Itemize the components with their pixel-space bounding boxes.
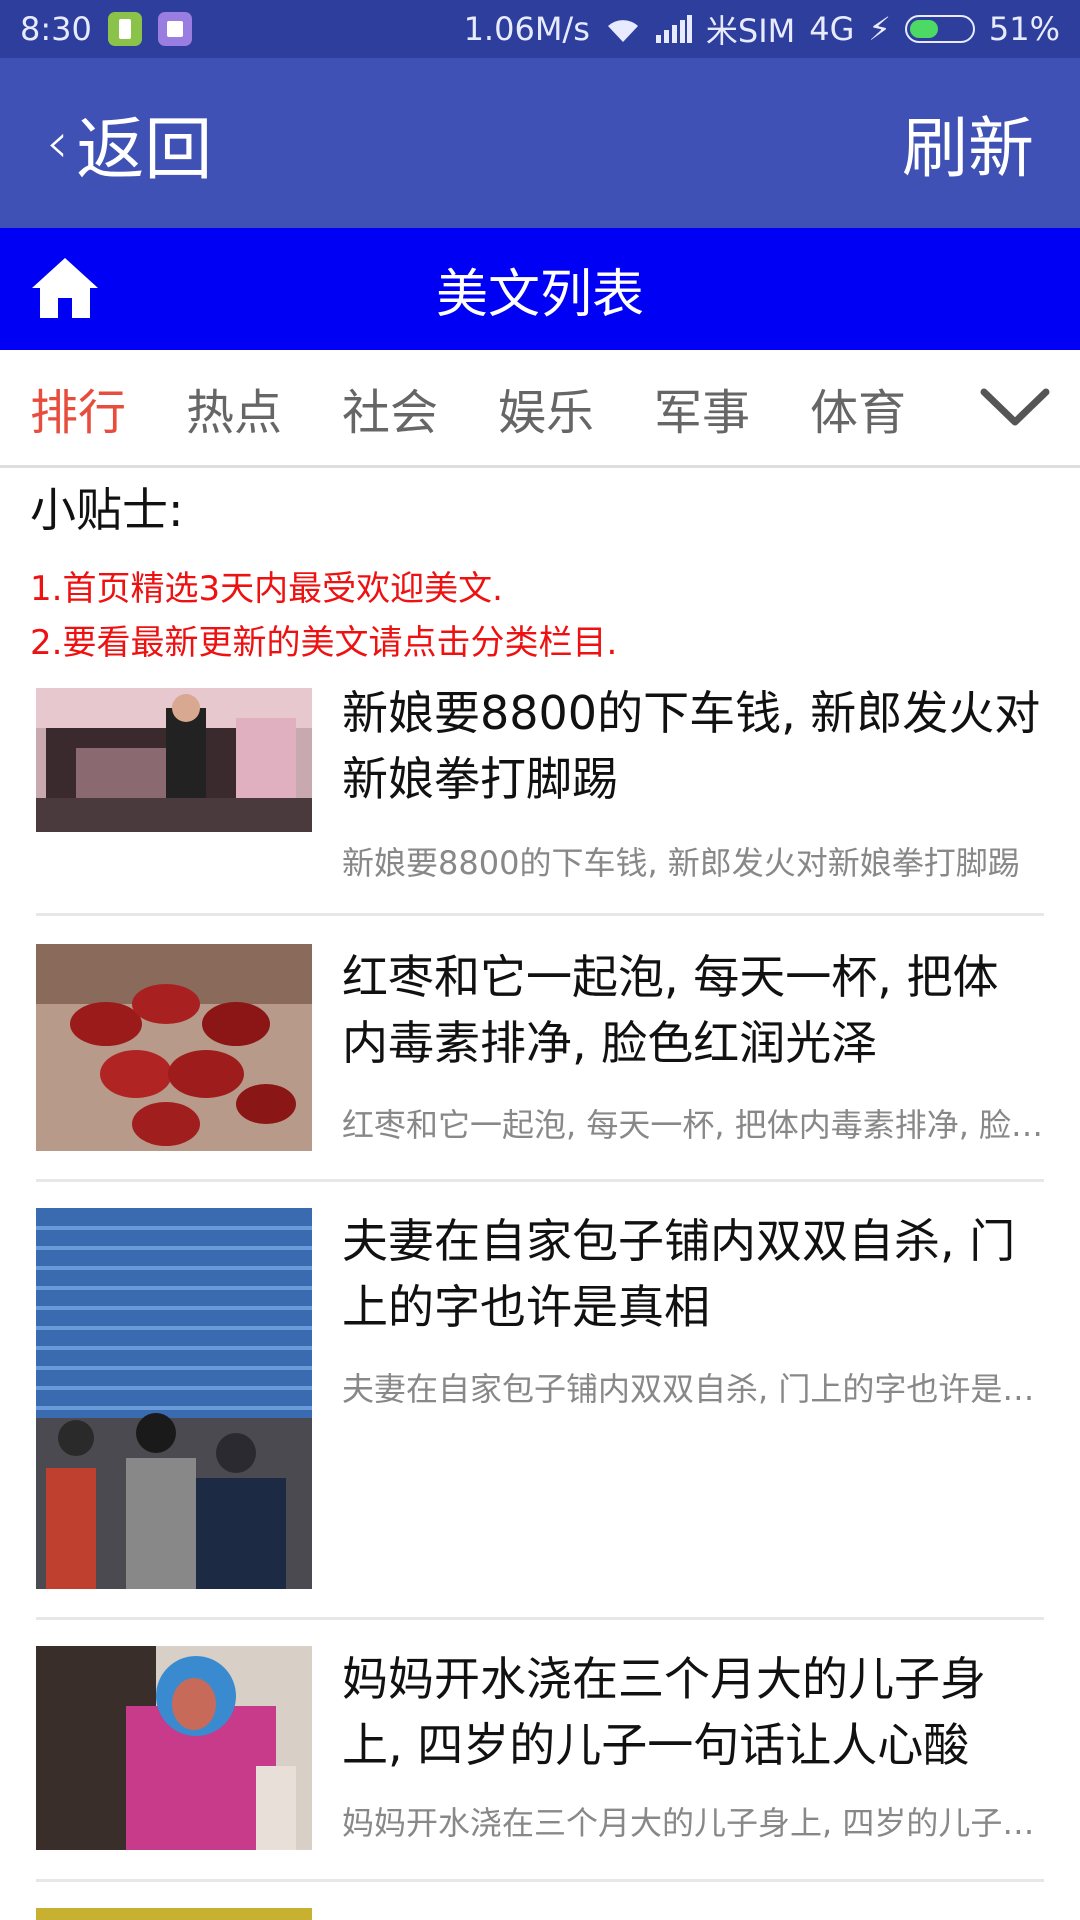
mother-baby-photo xyxy=(36,1646,312,1850)
article-thumbnail xyxy=(36,944,312,1151)
network-speed: 1.06M/s xyxy=(463,10,590,48)
article-thumbnail xyxy=(36,1908,312,1920)
status-left: 8:30 xyxy=(20,10,192,48)
article-title: 妈妈开水浇在三个月大的儿子身上, 四岁的儿子一句话让人心酸 xyxy=(342,1652,986,1772)
tab-hot[interactable]: 热点 xyxy=(186,373,342,443)
tab-military[interactable]: 军事 xyxy=(654,373,810,443)
battery-saver-icon xyxy=(107,12,142,46)
chevron-left-icon: ‹ xyxy=(46,110,69,176)
article-photo xyxy=(36,1908,312,1920)
refresh-button[interactable]: 刷新 xyxy=(902,95,1034,191)
article-item[interactable]: 妈妈开水浇在三个月大的儿子身上, 四岁的儿子一句话让人心酸 妈妈开水浇在三个月大… xyxy=(36,1646,1044,1882)
title-bar: 美文列表 xyxy=(0,228,1080,350)
article-item[interactable]: 夫妻在自家包子铺内双双自杀, 门上的字也许是真相 夫妻在自家包子铺内双双自杀, … xyxy=(36,1208,1044,1620)
red-dates-photo xyxy=(36,944,312,1151)
status-bar: 8:30 1.06M/s 米SIM 4G ⚡ 51% xyxy=(0,0,1080,58)
tips-line-1: 1.首页精选3天内最受欢迎美文. xyxy=(30,569,503,609)
battery-icon xyxy=(904,15,975,43)
home-icon[interactable] xyxy=(28,254,102,322)
article-title: 红枣和它一起泡, 每天一杯, 把体内毒素排净, 脸色红润光泽 xyxy=(342,950,999,1070)
article-summary: 红枣和它一起泡, 每天一杯, 把体内毒素排净, 脸色红润光泽 xyxy=(342,1106,1044,1144)
article-summary: 妈妈开水浇在三个月大的儿子身上, 四岁的儿子一句话让人心酸 xyxy=(342,1804,1044,1842)
tab-ranking[interactable]: 排行 xyxy=(30,373,186,443)
tips-line-2: 2.要看最新更新的美文请点击分类栏目. xyxy=(30,623,618,663)
battery-fill xyxy=(909,20,938,38)
tips-section: 小贴士: 1.首页精选3天内最受欢迎美文. 2.要看最新更新的美文请点击分类栏目… xyxy=(30,474,1050,670)
back-label: 返回 xyxy=(76,110,213,190)
app-bar: ‹ 返回 刷新 xyxy=(0,58,1080,228)
carrier-label: 米SIM xyxy=(705,12,796,50)
status-right: 1.06M/s 米SIM 4G ⚡ 51% xyxy=(464,6,1060,52)
app-notification-icon xyxy=(157,12,192,46)
battery-percent: 51% xyxy=(988,10,1060,48)
category-tabs: 排行 热点 社会 娱乐 军事 体育 xyxy=(0,350,1080,468)
article-summary: 新娘要8800的下车钱, 新郎发火对新娘拳打脚踢 xyxy=(342,844,1020,882)
status-time: 8:30 xyxy=(20,10,92,48)
tab-sports[interactable]: 体育 xyxy=(810,373,966,443)
article-thumbnail xyxy=(36,688,312,832)
signal-icon xyxy=(655,15,692,43)
tab-entertainment[interactable]: 娱乐 xyxy=(498,373,654,443)
wifi-icon xyxy=(607,20,638,42)
page-title: 美文列表 xyxy=(435,264,644,325)
chevron-down-icon[interactable] xyxy=(978,382,1052,432)
network-type: 4G xyxy=(809,10,855,48)
tab-society[interactable]: 社会 xyxy=(342,373,498,443)
tips-title: 小贴士: xyxy=(30,483,184,537)
charging-icon: ⚡ xyxy=(868,10,891,48)
article-item[interactable]: 红枣和它一起泡, 每天一杯, 把体内毒素排净, 脸色红润光泽 红枣和它一起泡, … xyxy=(36,944,1044,1182)
shop-shutter-crowd-photo xyxy=(36,1208,312,1589)
article-item[interactable]: 新娘要8800的下车钱, 新郎发火对新娘拳打脚踢 新娘要8800的下车钱, 新郎… xyxy=(36,680,1044,916)
article-title: 新娘要8800的下车钱, 新郎发火对新娘拳打脚踢 xyxy=(342,686,1041,806)
article-summary: 夫妻在自家包子铺内双双自杀, 门上的字也许是真相 xyxy=(342,1370,1044,1408)
wedding-car-photo xyxy=(36,688,312,832)
article-thumbnail xyxy=(36,1208,312,1589)
article-thumbnail xyxy=(36,1646,312,1850)
article-title: 夫妻在自家包子铺内双双自杀, 门上的字也许是真相 xyxy=(342,1214,1016,1334)
back-button[interactable]: ‹ 返回 xyxy=(46,94,212,193)
article-item[interactable] xyxy=(36,1908,1044,1920)
